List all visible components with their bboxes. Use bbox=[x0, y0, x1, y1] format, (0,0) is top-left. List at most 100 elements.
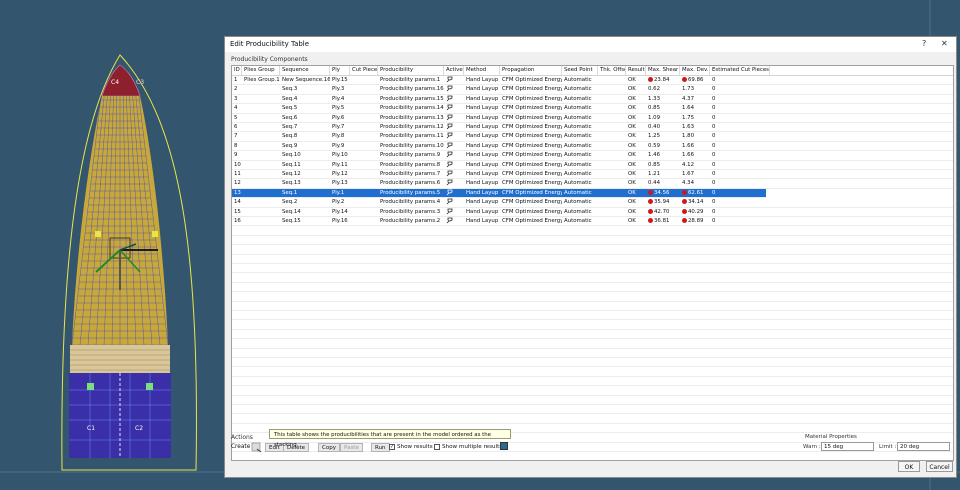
table-row[interactable]: 2 Seq.3 Ply.3 Producibility params.16 Hand L… bbox=[232, 85, 953, 95]
warning-dot-icon bbox=[648, 77, 653, 82]
table-cell-id: 9 bbox=[234, 152, 238, 159]
active-pin-icon[interactable] bbox=[444, 123, 464, 132]
limit-input[interactable]: 20 deg bbox=[897, 442, 950, 451]
table-row[interactable]: 11 Seq.12 Ply.12 Producibility params.7 Hand… bbox=[232, 170, 953, 180]
copy-button[interactable]: Copy bbox=[318, 443, 340, 452]
column-header[interactable]: ID bbox=[232, 66, 242, 75]
max-shear-cell: 0.85 bbox=[646, 161, 680, 170]
table-row[interactable]: 6 Seq.7 Ply.7 Producibility params.12 Hand L… bbox=[232, 123, 953, 133]
table-row[interactable]: 7 Seq.8 Ply.8 Producibility params.11 Hand L… bbox=[232, 132, 953, 142]
active-pin-icon[interactable] bbox=[444, 142, 464, 151]
column-header[interactable]: Result bbox=[626, 66, 646, 75]
active-pin-icon[interactable] bbox=[444, 104, 464, 113]
column-header[interactable]: Cut Piece bbox=[350, 66, 378, 75]
table-row[interactable]: 9 Seq.10 Ply.10 Producibility params.9 Hand … bbox=[232, 151, 953, 161]
table-cell-seq: New Sequence.16 bbox=[282, 77, 330, 83]
table-cell-thk bbox=[598, 208, 626, 217]
active-pin-icon[interactable] bbox=[444, 161, 464, 170]
max-dev-cell: 34.14 bbox=[680, 198, 710, 207]
table-cell-prod: Producibility params.9 bbox=[380, 152, 441, 159]
active-pin-icon[interactable] bbox=[444, 85, 464, 94]
close-icon[interactable]: ✕ bbox=[941, 39, 948, 48]
show-multiple-checkbox[interactable] bbox=[434, 444, 440, 450]
cell-value: 34.56 bbox=[654, 189, 670, 196]
active-pin-icon[interactable] bbox=[444, 189, 464, 198]
table-cell-seq: Seq.14 bbox=[282, 208, 301, 215]
table-row[interactable]: 10 Seq.11 Ply.11 Producibility params.8 Hand… bbox=[232, 161, 953, 170]
active-pin-icon[interactable] bbox=[444, 76, 464, 85]
column-header[interactable]: Max. Shear bbox=[646, 66, 680, 75]
create-icon[interactable] bbox=[251, 441, 263, 453]
column-header[interactable]: Sequence bbox=[280, 66, 330, 75]
active-pin-icon[interactable] bbox=[444, 132, 464, 141]
column-header[interactable]: Propagation bbox=[500, 66, 562, 75]
run-button[interactable]: Run bbox=[371, 443, 390, 452]
table-cell-prod: Producibility params.6 bbox=[380, 180, 441, 187]
table-row[interactable]: 4 Seq.5 Ply.5 Producibility params.14 Hand L… bbox=[232, 104, 953, 114]
table-cell-method: Hand Layup bbox=[466, 95, 499, 102]
producibility-table[interactable]: ID Plies Group Sequence Ply Cut Piece Produci… bbox=[231, 65, 954, 461]
active-pin-icon[interactable] bbox=[444, 208, 464, 217]
table-cell-method: Hand Layup bbox=[466, 142, 499, 149]
table-cell-pieces: 0 bbox=[712, 152, 716, 159]
active-pin-icon[interactable] bbox=[444, 95, 464, 104]
help-button[interactable]: ? bbox=[922, 39, 926, 48]
table-cell-group bbox=[242, 104, 280, 113]
cell-value: 4.37 bbox=[682, 95, 695, 102]
table-row[interactable]: 12 Seq.13 Ply.13 Producibility params.6 Hand… bbox=[232, 179, 953, 189]
table-cell-ply: Ply.1 bbox=[332, 189, 345, 196]
active-pin-icon[interactable] bbox=[444, 114, 464, 123]
table-row[interactable]: 15 Seq.14 Ply.14 Producibility params.3 Hand… bbox=[232, 208, 953, 217]
table-cell-prop: CFM Optimized Energy bbox=[502, 105, 562, 112]
empty-row bbox=[232, 245, 953, 255]
table-row[interactable]: 8 Seq.9 Ply.9 Producibility params.10 Hand L… bbox=[232, 142, 953, 152]
table-cell-method: Hand Layup bbox=[466, 124, 499, 130]
active-pin-icon[interactable] bbox=[444, 170, 464, 179]
table-cell-method: Hand Layup bbox=[466, 77, 499, 83]
active-pin-icon[interactable] bbox=[444, 151, 464, 160]
column-header[interactable]: Estimated Cut Pieces bbox=[710, 66, 770, 75]
table-row[interactable]: 1 Plies Group.1 New Sequence.16 Ply.15 Produ… bbox=[232, 76, 953, 86]
cancel-button[interactable]: Cancel bbox=[926, 461, 953, 472]
paste-button[interactable]: Paste bbox=[340, 443, 363, 452]
column-header[interactable]: Method bbox=[464, 66, 500, 75]
table-row[interactable]: 16 Seq.15 Ply.16 Producibility params.2 Hand… bbox=[232, 217, 953, 227]
table-cell-seed: Automatic bbox=[564, 105, 592, 112]
table-cell-group bbox=[242, 132, 280, 141]
active-pin-icon[interactable] bbox=[444, 217, 464, 226]
table-row[interactable]: 14 Seq.2 Ply.2 Producibility params.4 Hand L… bbox=[232, 198, 953, 208]
cell-value: 1.09 bbox=[648, 114, 661, 121]
table-row[interactable]: 5 Seq.6 Ply.6 Producibility params.13 Hand L… bbox=[232, 114, 953, 123]
results-option-icon[interactable] bbox=[500, 442, 508, 450]
show-results-checkbox[interactable]: ✓ bbox=[389, 444, 395, 450]
column-header[interactable]: Max. Dev. bbox=[680, 66, 710, 75]
table-cell-result: OK bbox=[628, 180, 636, 187]
table-cell-pieces: 0 bbox=[712, 114, 716, 121]
empty-row bbox=[232, 386, 953, 396]
column-header[interactable]: Ply bbox=[330, 66, 350, 75]
column-header[interactable]: Producibility bbox=[378, 66, 444, 75]
active-pin-icon[interactable] bbox=[444, 179, 464, 188]
column-header[interactable]: Active bbox=[444, 66, 464, 75]
table-cell-seq: Seq.6 bbox=[282, 114, 298, 121]
empty-row bbox=[232, 377, 953, 387]
table-cell-result: OK bbox=[628, 218, 636, 224]
ok-button[interactable]: OK bbox=[898, 461, 920, 472]
column-header[interactable]: Thk. Offset bbox=[598, 66, 626, 75]
cell-value: 23.84 bbox=[654, 77, 670, 83]
empty-row bbox=[232, 311, 953, 321]
table-cell-id: 4 bbox=[234, 105, 238, 112]
table-cell-group bbox=[242, 95, 280, 104]
table-cell-ply: Ply.3 bbox=[332, 86, 345, 93]
active-pin-icon[interactable] bbox=[444, 198, 464, 207]
table-row[interactable]: 13 Seq.1 Ply.1 Producibility params.5 Hand L… bbox=[232, 188, 953, 199]
warn-input[interactable]: 15 deg bbox=[821, 442, 874, 451]
table-header: ID Plies Group Sequence Ply Cut Piece Produci… bbox=[232, 66, 953, 76]
column-header[interactable]: Plies Group bbox=[242, 66, 280, 75]
table-row[interactable]: 3 Seq.4 Ply.4 Producibility params.15 Hand L… bbox=[232, 95, 953, 105]
row-blank-area bbox=[766, 188, 953, 198]
column-header[interactable]: Seed Point bbox=[562, 66, 598, 75]
warn-label: Warn : bbox=[803, 444, 821, 450]
table-cell-seed: Automatic bbox=[564, 133, 592, 140]
table-cell-result: OK bbox=[628, 199, 636, 206]
